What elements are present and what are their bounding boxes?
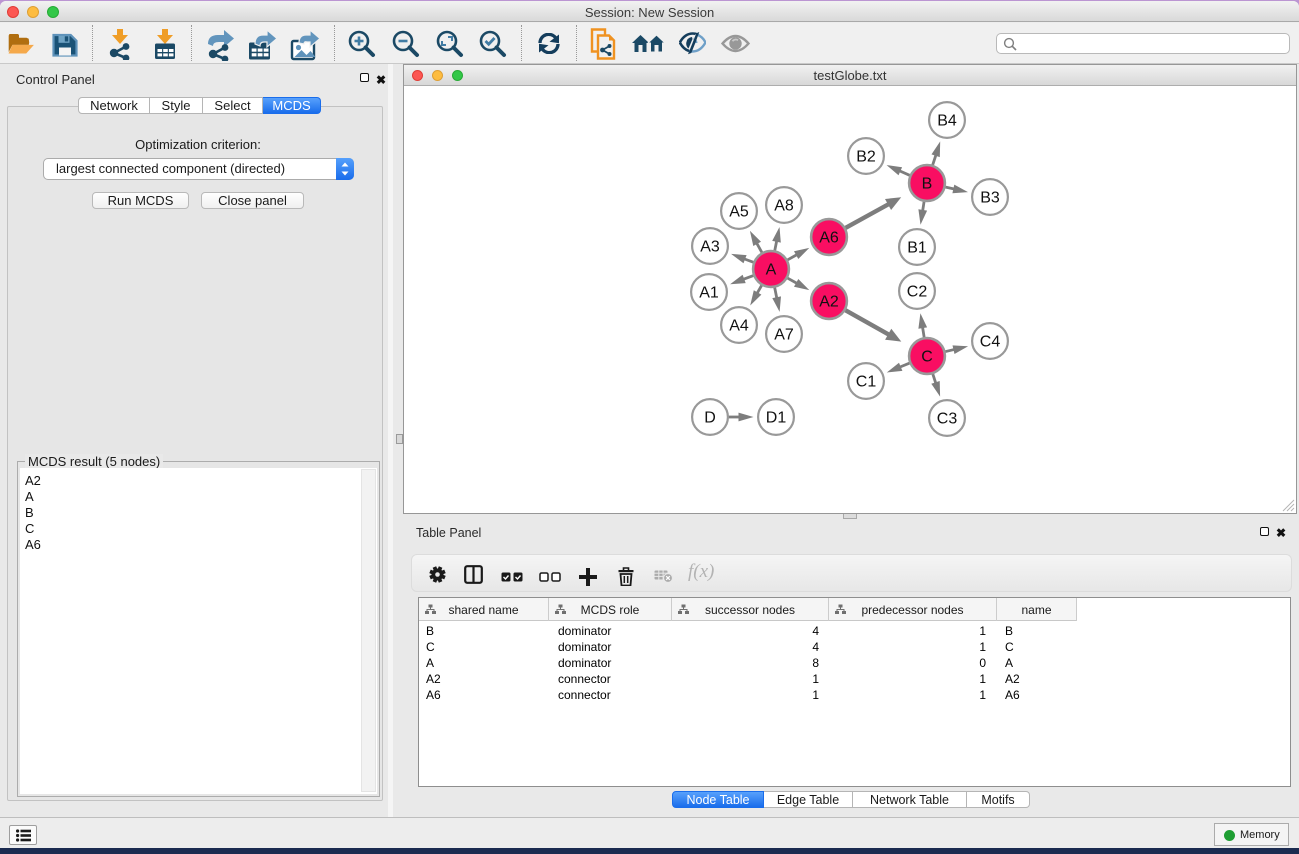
svg-text:A5: A5	[729, 204, 749, 221]
svg-text:C4: C4	[980, 334, 1001, 351]
svg-text:B3: B3	[980, 190, 1000, 207]
svg-text:A4: A4	[729, 318, 749, 335]
svg-text:C3: C3	[937, 411, 958, 428]
svg-text:D: D	[704, 410, 716, 427]
svg-text:B4: B4	[937, 113, 957, 130]
svg-text:C1: C1	[856, 374, 877, 391]
svg-text:A6: A6	[819, 230, 839, 247]
svg-text:C: C	[921, 349, 933, 366]
svg-text:B1: B1	[907, 240, 927, 257]
svg-text:D1: D1	[766, 410, 787, 427]
svg-text:B: B	[922, 176, 933, 193]
svg-text:A7: A7	[774, 327, 794, 344]
svg-text:A3: A3	[700, 239, 720, 256]
svg-text:B2: B2	[856, 149, 876, 166]
svg-text:A1: A1	[699, 285, 719, 302]
svg-text:A8: A8	[774, 198, 794, 215]
svg-text:C2: C2	[907, 284, 928, 301]
svg-text:A: A	[766, 262, 777, 279]
svg-text:A2: A2	[819, 294, 839, 311]
